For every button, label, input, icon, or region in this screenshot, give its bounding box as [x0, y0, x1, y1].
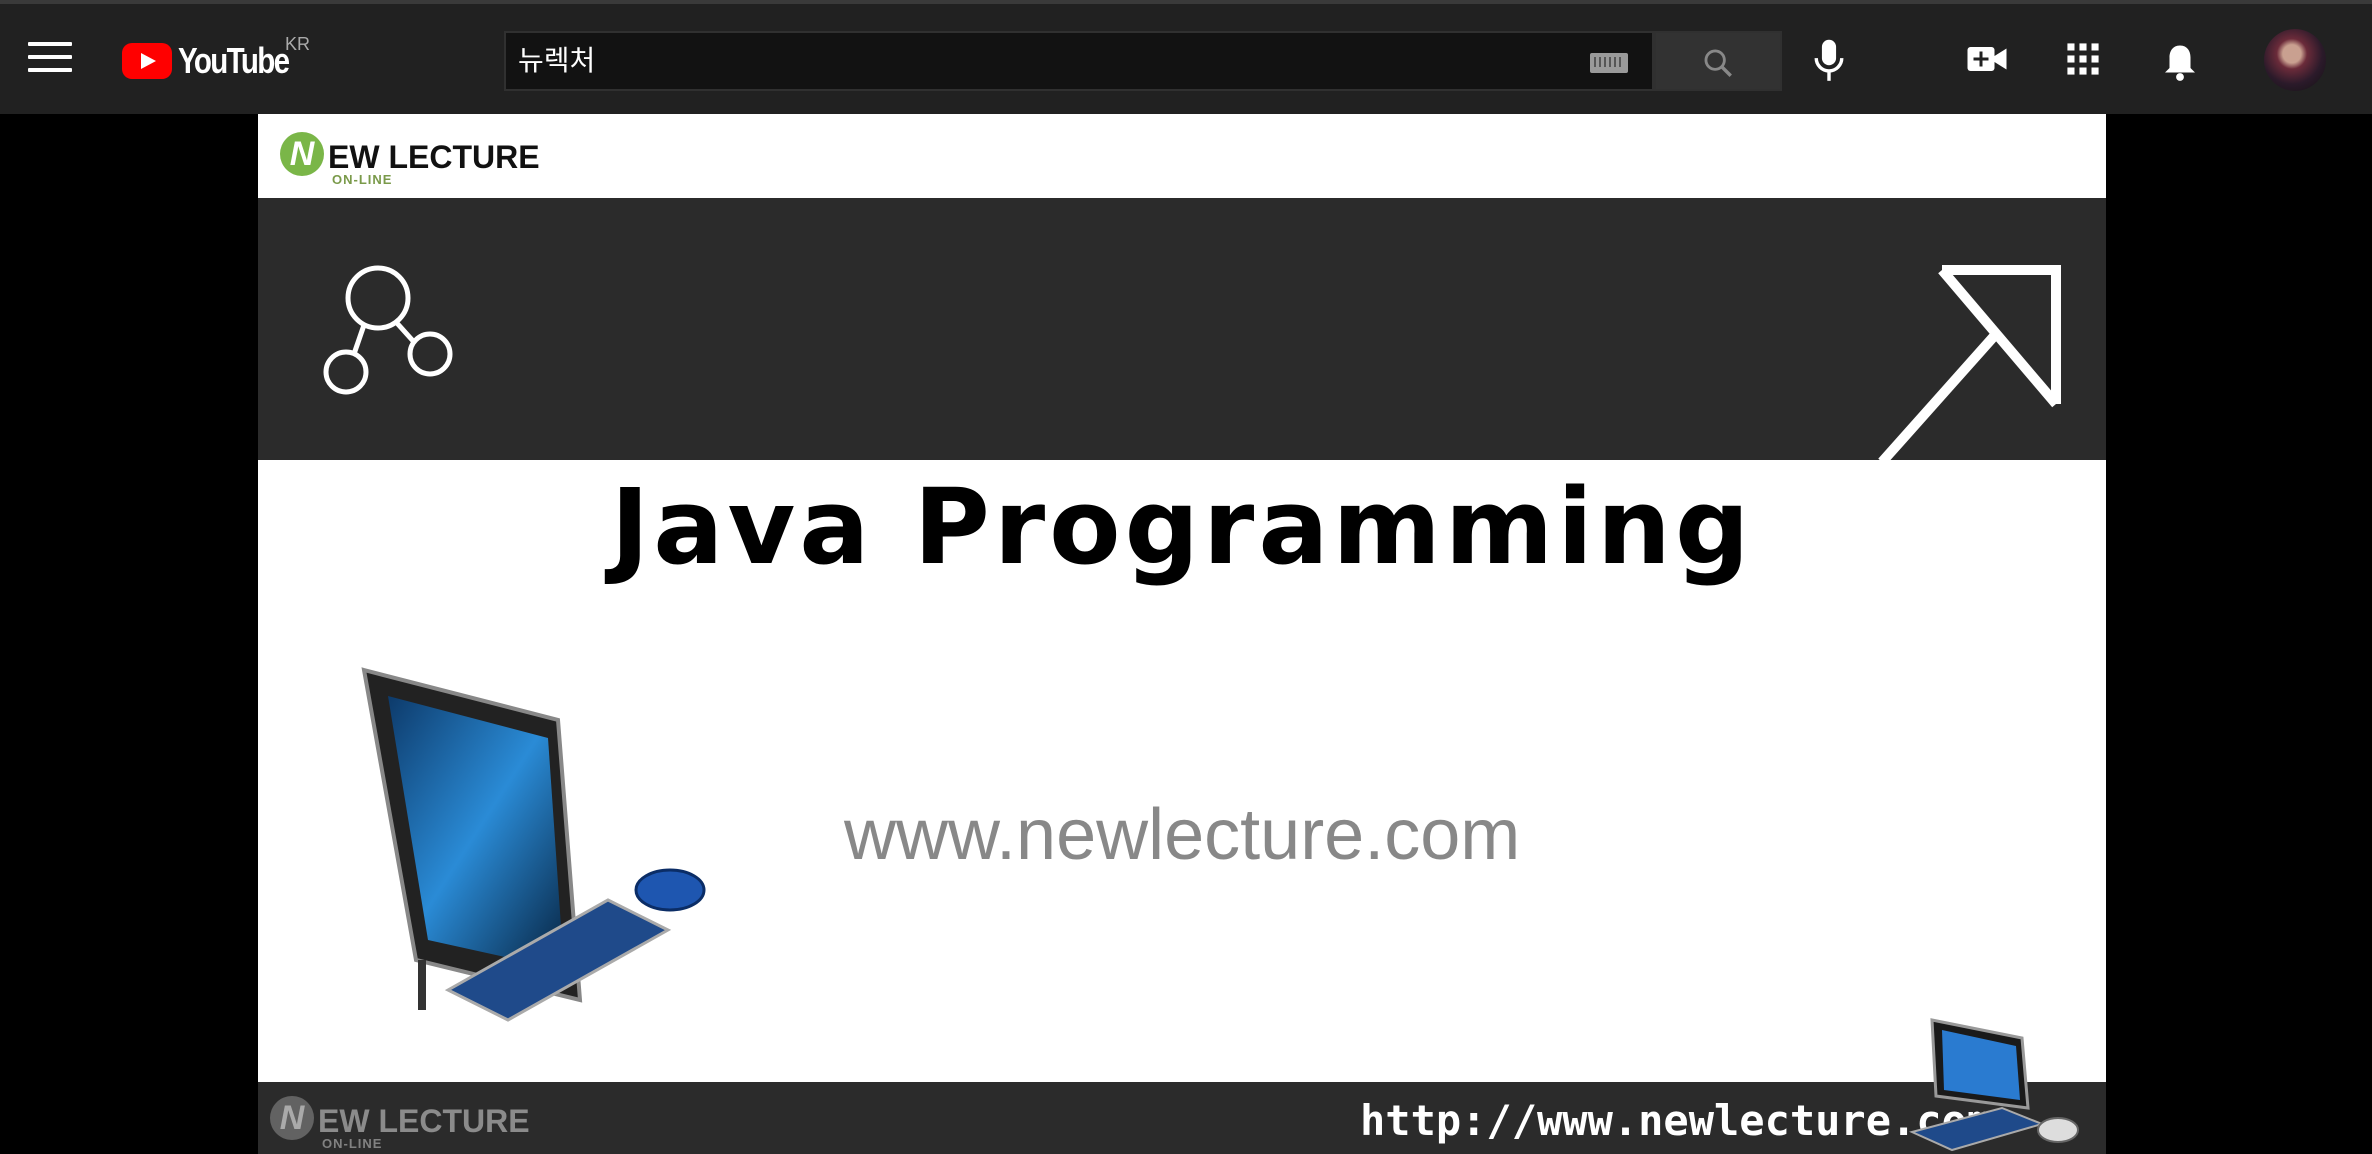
brand-n-badge: N	[280, 132, 324, 176]
brand-subtext: ON-LINE	[332, 172, 393, 187]
youtube-play-icon	[122, 43, 172, 79]
computer-illustration	[361, 667, 706, 1022]
brand-subtext: ON-LINE	[322, 1136, 383, 1151]
website-text: www.newlecture.com	[844, 795, 1521, 875]
footer-url-text: http://www.newlecture.com	[1360, 1096, 1993, 1145]
create-video-icon[interactable]	[1966, 42, 2008, 81]
video-footer-bar: N EW LECTURE ON-LINE http://www.newlectu…	[258, 1082, 2106, 1154]
search-icon	[1704, 49, 1732, 77]
search-box[interactable]: 뉴렉처	[504, 31, 1654, 91]
newlecture-footer-logo: N EW LECTURE ON-LINE	[270, 1096, 530, 1151]
search-button[interactable]	[1654, 31, 1782, 91]
brand-n-badge: N	[270, 1096, 314, 1140]
small-computer-icon	[1909, 1018, 2079, 1152]
brand-text: EW LECTURE	[328, 139, 540, 175]
video-title: Java Programming	[610, 466, 1754, 588]
avatar[interactable]	[2264, 29, 2326, 91]
video-header-bar: N EW LECTURE ON-LINE	[258, 114, 2106, 198]
keyboard-icon[interactable]	[1590, 53, 1628, 73]
apps-icon[interactable]	[2066, 42, 2100, 81]
brand-text: EW LECTURE	[318, 1103, 530, 1139]
menu-icon[interactable]	[28, 42, 72, 76]
arrow-up-right-icon	[1878, 265, 2061, 462]
logo-text: YouTube	[178, 40, 290, 81]
mic-icon[interactable]	[1812, 38, 1846, 89]
search-input[interactable]: 뉴렉처	[518, 33, 595, 89]
share-nodes-icon	[323, 265, 453, 395]
video-banner	[258, 198, 2106, 462]
notifications-icon[interactable]	[2162, 42, 2198, 87]
video-player[interactable]: N EW LECTURE ON-LINE Java Programming ww…	[258, 114, 2106, 1154]
youtube-logo[interactable]: YouTube KR	[122, 34, 313, 82]
masthead: YouTube KR 뉴렉처	[0, 0, 2372, 114]
newlecture-logo: N EW LECTURE ON-LINE	[280, 132, 540, 187]
region-code: KR	[285, 34, 311, 54]
